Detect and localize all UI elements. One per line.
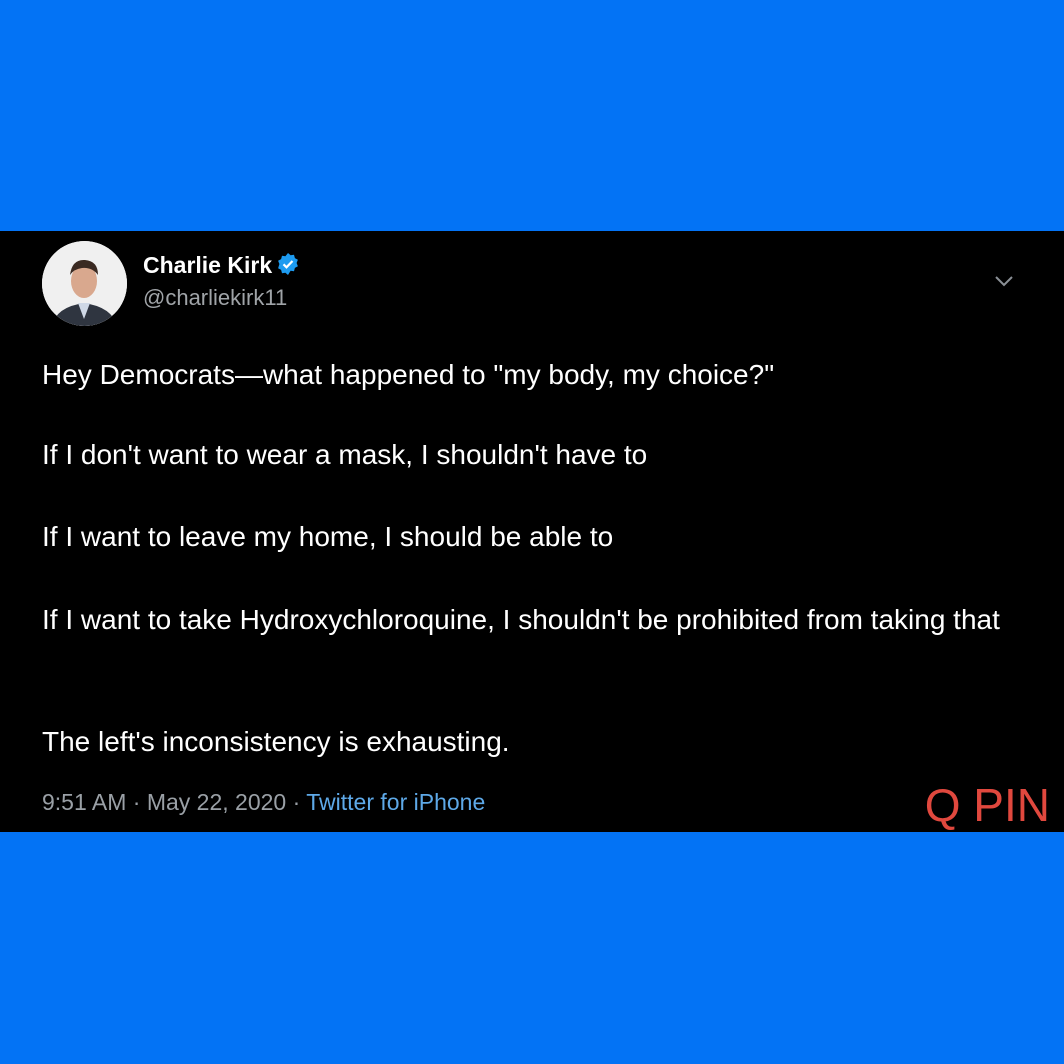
avatar[interactable] <box>42 241 127 326</box>
watermark: Q PIN <box>924 779 1050 831</box>
tweet-date[interactable]: May 22, 2020 <box>147 789 286 815</box>
avatar-image <box>42 241 127 326</box>
author-handle[interactable]: @charliekirk11 <box>143 285 287 311</box>
tweet-meta: 9:51 AM · May 22, 2020 · Twitter for iPh… <box>42 789 485 816</box>
tweet-text-line: Hey Democrats—what happened to "my body,… <box>42 359 775 390</box>
tweet-text-line: If I want to leave my home, I should be … <box>42 521 614 552</box>
verified-badge-icon <box>276 252 300 282</box>
separator: · <box>292 789 301 815</box>
tweet-time[interactable]: 9:51 AM <box>42 789 126 815</box>
author-name[interactable]: Charlie Kirk <box>143 252 300 282</box>
tweet-text-line: The left's inconsistency is exhausting. <box>42 726 510 757</box>
tweet-text-line: If I don't want to wear a mask, I should… <box>42 439 648 470</box>
separator: · <box>132 789 141 815</box>
tweet-source-link[interactable]: Twitter for iPhone <box>306 789 485 815</box>
chevron-down-icon[interactable] <box>993 274 1015 293</box>
tweet-text-line: If I want to take Hydroxychloroquine, I … <box>42 604 1000 635</box>
